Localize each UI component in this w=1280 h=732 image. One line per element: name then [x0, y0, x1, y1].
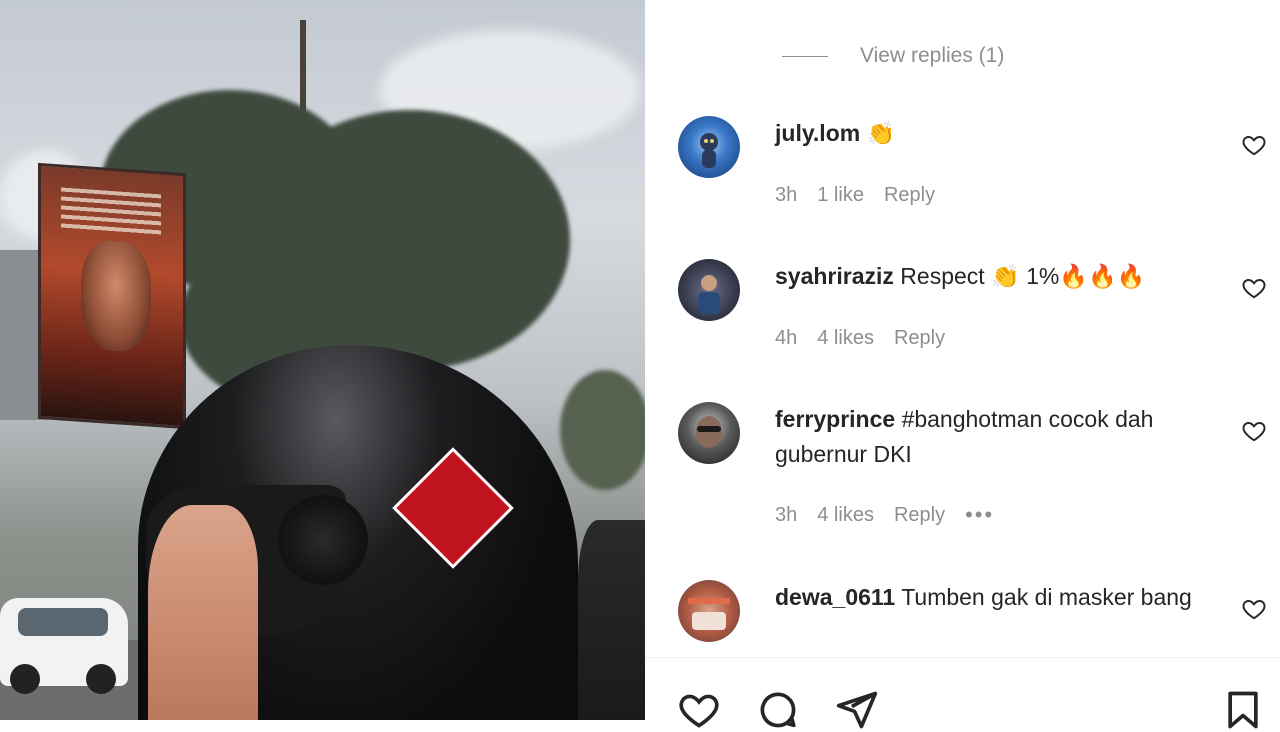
more-options-icon[interactable]: •••: [965, 502, 994, 528]
avatar-figure: [698, 275, 720, 314]
helmet-sticker: [392, 447, 514, 569]
car-wheel: [86, 664, 116, 694]
comment-time[interactable]: 3h: [775, 184, 797, 207]
comment-item: dewa_0611 Tumben gak di masker bang: [678, 580, 1273, 655]
background-rider: [578, 520, 645, 720]
comment-meta: 3h 4 likes Reply •••: [775, 502, 994, 528]
comment-item: july.lom 👏 3h 1 like Reply: [678, 116, 1273, 226]
avatar-figure: [688, 598, 730, 630]
comment-meta: 4h 4 likes Reply: [775, 327, 945, 350]
avatar[interactable]: [678, 402, 740, 464]
comment-body: syahriraziz Respect 👏 1%🔥🔥🔥: [775, 259, 1205, 294]
comment-body: ferryprince #banghotman cocok dah gubern…: [775, 402, 1205, 472]
comment-text: Respect 👏 1%🔥🔥🔥: [900, 263, 1146, 289]
comment-text: 👏: [866, 120, 896, 146]
avatar-figure: [696, 416, 722, 448]
heart-outline-icon[interactable]: [1241, 132, 1267, 158]
reply-button[interactable]: Reply: [894, 327, 945, 350]
view-replies-label: View replies (1): [860, 44, 1005, 67]
bookmark-icon[interactable]: [1221, 688, 1265, 732]
reply-button[interactable]: Reply: [884, 184, 935, 207]
comment-likes[interactable]: 4 likes: [817, 327, 874, 350]
comment-time[interactable]: 3h: [775, 504, 797, 527]
comment-body: july.lom 👏: [775, 116, 1205, 151]
heart-outline-icon[interactable]: [1241, 275, 1267, 301]
billboard-portrait: [81, 238, 151, 354]
comment-username[interactable]: syahriraziz: [775, 263, 894, 289]
car-wheel: [10, 664, 40, 694]
billboard-text: [61, 187, 161, 239]
car-window: [18, 608, 108, 636]
avatar-figure: [700, 133, 718, 168]
tree-foliage: [560, 370, 645, 490]
rider-face: [148, 505, 258, 720]
avatar[interactable]: [678, 259, 740, 321]
comment-time[interactable]: 4h: [775, 327, 797, 350]
comment-username[interactable]: ferryprince: [775, 406, 895, 432]
post-action-bar: [645, 657, 1280, 729]
post-media-video[interactable]: [0, 0, 645, 720]
heart-outline-icon[interactable]: [1241, 418, 1267, 444]
comment-item: ferryprince #banghotman cocok dah gubern…: [678, 402, 1273, 542]
comment-likes[interactable]: 1 like: [817, 184, 864, 207]
helmet-vent: [278, 495, 368, 585]
comment-likes[interactable]: 4 likes: [817, 504, 874, 527]
reply-button[interactable]: Reply: [894, 504, 945, 527]
comment-username[interactable]: july.lom: [775, 120, 860, 146]
avatar[interactable]: [678, 116, 740, 178]
white-car: [0, 598, 128, 694]
heart-icon[interactable]: [677, 688, 721, 732]
view-replies-button[interactable]: View replies (1): [782, 42, 1004, 70]
reply-divider-line: [782, 55, 828, 57]
comment-text: Tumben gak di masker bang: [901, 584, 1192, 610]
paper-plane-icon[interactable]: [835, 688, 879, 732]
comment-username[interactable]: dewa_0611: [775, 584, 895, 610]
comments-panel: View replies (1) july.lom 👏 3h 1 like Re…: [645, 0, 1280, 729]
comment-item: syahriraziz Respect 👏 1%🔥🔥🔥 4h 4 likes R…: [678, 259, 1273, 369]
avatar[interactable]: [678, 580, 740, 642]
comment-body: dewa_0611 Tumben gak di masker bang: [775, 580, 1205, 615]
heart-outline-icon[interactable]: [1241, 596, 1267, 622]
comment-meta: 3h 1 like Reply: [775, 184, 935, 207]
billboard: [38, 162, 186, 430]
comment-bubble-icon[interactable]: [756, 688, 800, 732]
